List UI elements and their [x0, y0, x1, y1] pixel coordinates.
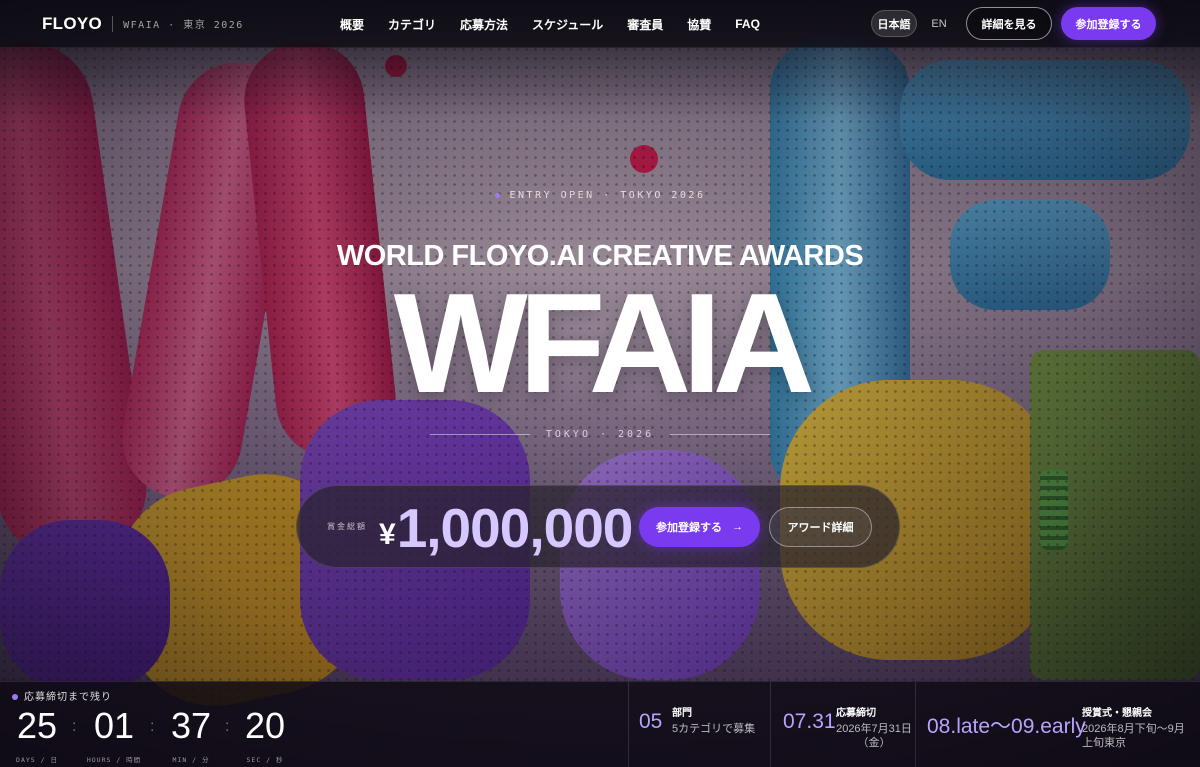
prize-value: 1,000,000 [396, 497, 634, 559]
nav-item-overview[interactable]: 概要 [340, 16, 364, 33]
countdown-seconds: 20 SEC / 秒 [235, 704, 295, 764]
countdown-days-value: 25 [16, 705, 58, 746]
header-register-button[interactable]: 参加登録する [1061, 7, 1156, 40]
stat-categories-title: 部門 [672, 708, 692, 719]
lang-english-button[interactable]: EN [928, 10, 950, 37]
award-details-button[interactable]: アワード詳細 [769, 507, 872, 547]
stat-categories-value: 05 [639, 710, 663, 733]
stat-divider [770, 682, 771, 767]
stat-ceremony-desc: 2026年8月下旬〜9月上旬東京 [1082, 723, 1185, 749]
countdown-minutes-caption: MIN / 分 [172, 756, 210, 764]
countdown-days-caption: DAYS / 日 [16, 756, 58, 764]
divider-line-right [670, 433, 770, 435]
nav-item-schedule[interactable]: スケジュール [532, 16, 603, 33]
stat-ceremony-value: 08.late〜09.early [927, 715, 1086, 738]
lang-japanese-button[interactable]: 日本語 [871, 10, 917, 37]
entry-open-eyebrow: ENTRY OPEN · TOKYO 2026 [0, 190, 1200, 201]
countdown-dot-icon [12, 694, 18, 701]
stat-divider [915, 682, 916, 767]
nav-item-how-to-apply[interactable]: 応募方法 [460, 16, 508, 33]
countdown-bar: 応募締切まで残り 25 DAYS / 日 : 01 HOURS / 時間 : 3… [0, 681, 1200, 767]
countdown-minutes-value: 37 [170, 705, 212, 746]
hero-register-button[interactable]: 参加登録する → [639, 507, 760, 547]
nav-item-category[interactable]: カテゴリ [388, 16, 436, 33]
nav-item-judges[interactable]: 審査員 [627, 16, 663, 33]
divider-line-left [430, 433, 530, 435]
stat-categories-desc: 5カテゴリで募集 [672, 723, 756, 735]
countdown-separator: : [225, 718, 230, 735]
prize-panel: 賞金総額 ¥1,000,000 参加登録する → アワード詳細 [296, 485, 900, 568]
prize-amount: ¥1,000,000 [379, 497, 634, 565]
countdown-seconds-value: 20 [244, 705, 286, 746]
city-year-line: TOKYO · 2026 [430, 426, 770, 442]
stat-divider [628, 682, 629, 767]
stat-deadline-title: 応募締切 [836, 708, 876, 719]
stat-ceremony-title: 授賞式・懇親会 [1082, 708, 1152, 719]
countdown-label: 応募締切まで残り [12, 688, 112, 703]
arrow-right-icon: → [732, 521, 743, 533]
stat-deadline-desc: 2026年7月31日（金） [836, 723, 912, 749]
view-details-button[interactable]: 詳細を見る [966, 7, 1052, 40]
floyo-logo[interactable]: FLOYO [42, 14, 102, 34]
status-dot-icon [494, 192, 500, 198]
countdown-separator: : [72, 718, 77, 735]
city-year-label: TOKYO · 2026 [545, 428, 655, 440]
countdown-hours: 01 HOURS / 時間 [84, 704, 144, 764]
page-title: WFAIA [393, 264, 815, 423]
edition-label: WFAIA · 東京 2026 [123, 20, 244, 31]
stat-deadline-value: 07.31 [783, 710, 836, 733]
countdown-days: 25 DAYS / 日 [7, 704, 67, 764]
hero-register-label: 参加登録する [656, 522, 722, 534]
countdown-separator: : [150, 718, 155, 735]
countdown-hours-value: 01 [93, 705, 135, 746]
yen-symbol: ¥ [379, 518, 396, 551]
prize-label: 賞金総額 [327, 522, 367, 531]
countdown-seconds-caption: SEC / 秒 [246, 756, 284, 764]
nav-item-sponsors[interactable]: 協賛 [687, 16, 711, 33]
logo-divider [112, 15, 114, 32]
main-nav: 概要 カテゴリ 応募方法 スケジュール 審査員 協賛 FAQ [340, 0, 784, 48]
countdown-minutes: 37 MIN / 分 [161, 704, 221, 764]
site-header: FLOYO WFAIA · 東京 2026 概要 カテゴリ 応募方法 スケジュー… [0, 0, 1200, 48]
nav-item-faq[interactable]: FAQ [735, 17, 760, 31]
countdown-hours-caption: HOURS / 時間 [86, 756, 142, 764]
